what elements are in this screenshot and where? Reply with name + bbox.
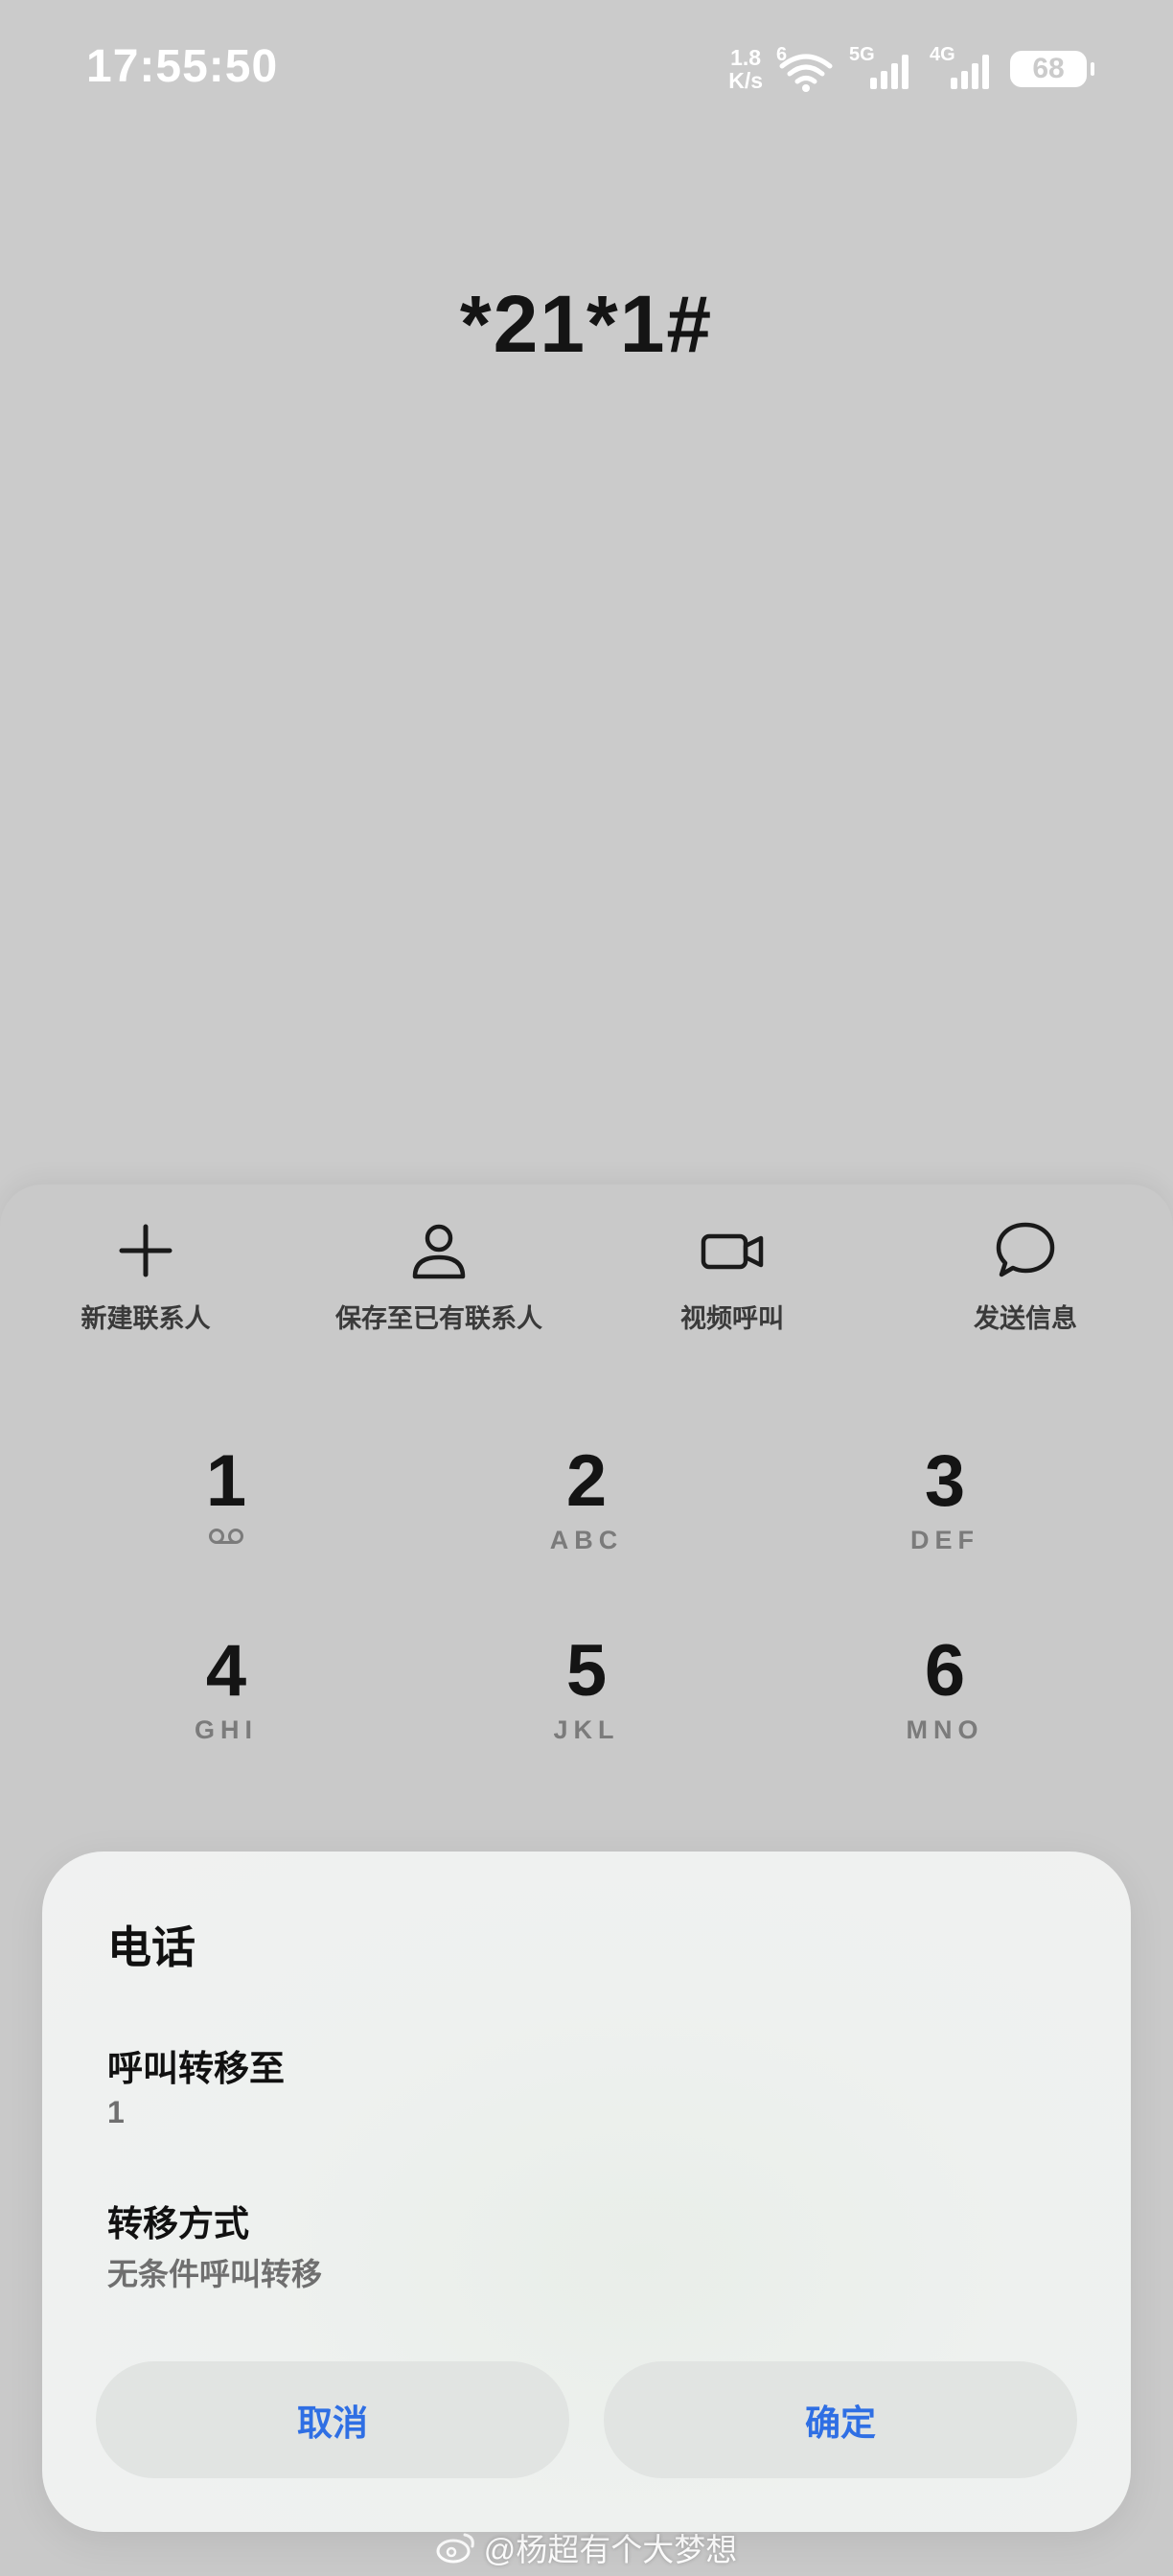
save-to-existing-contact-button[interactable]: 保存至已有联系人 [295, 1219, 583, 1335]
key-letters: GHI [194, 1715, 258, 1744]
key-5[interactable]: 5 JKL [472, 1630, 702, 1745]
key-letters: MNO [906, 1715, 984, 1744]
voicemail-icon [209, 1529, 243, 1544]
network-speed-value: 1.8 [730, 45, 762, 70]
key-digit: 4 [205, 1630, 247, 1712]
wifi-icon [779, 54, 833, 92]
network-speed-unit: K/s [728, 68, 763, 93]
key-digit: 3 [924, 1440, 966, 1522]
person-icon [412, 1224, 466, 1279]
wifi-group: 6 [776, 45, 836, 93]
network-speed: 1.8 K/s [728, 46, 763, 92]
forward-to-label: 呼叫转移至 [107, 2049, 285, 2088]
sim1-signal-group: 5G [849, 45, 916, 93]
call-forwarding-dialog: 电话 呼叫转移至 1 转移方式 无条件呼叫转移 取消 确定 [42, 1852, 1131, 2532]
key-1[interactable]: 1 [111, 1443, 341, 1547]
video-call-button[interactable]: 视频呼叫 [588, 1219, 876, 1335]
signal-4g-icon [951, 55, 989, 89]
video-call-label: 视频呼叫 [680, 1304, 784, 1333]
status-bar: 17:55:50 1.8 K/s 6 5G 4G 68 [0, 0, 1173, 134]
battery-level: 68 [1032, 53, 1065, 84]
forward-mode-value: 无条件呼叫转移 [107, 2257, 323, 2291]
status-icons: 1.8 K/s 6 5G 4G 68 [728, 42, 1094, 96]
key-digit: 6 [924, 1630, 966, 1712]
key-3[interactable]: 3 DEF [830, 1440, 1060, 1555]
key-2[interactable]: 2 ABC [472, 1440, 702, 1555]
key-digit: 5 [565, 1630, 608, 1712]
key-digit: 2 [565, 1440, 608, 1522]
key-4[interactable]: 4 GHI [111, 1630, 341, 1745]
weibo-logo-icon [436, 2533, 474, 2564]
status-time: 17:55:50 [86, 41, 279, 92]
key-letters: ABC [549, 1526, 624, 1554]
cancel-button[interactable]: 取消 [96, 2361, 569, 2478]
forward-mode-label: 转移方式 [107, 2204, 249, 2243]
save-to-existing-contact-label: 保存至已有联系人 [335, 1304, 542, 1333]
new-contact-label: 新建联系人 [80, 1304, 211, 1333]
video-camera-icon [701, 1233, 764, 1270]
new-contact-button[interactable]: 新建联系人 [2, 1219, 289, 1335]
dialog-title: 电话 [107, 1922, 196, 1972]
send-message-button[interactable]: 发送信息 [882, 1219, 1169, 1335]
key-6[interactable]: 6 MNO [830, 1630, 1060, 1745]
dialed-number-display[interactable]: *21*1# [0, 278, 1173, 371]
send-message-label: 发送信息 [974, 1304, 1077, 1333]
key-letters: DEF [910, 1526, 979, 1554]
sim2-signal-group: 4G [930, 45, 997, 93]
forward-to-value: 1 [107, 2095, 125, 2129]
key-digit: 1 [205, 1440, 247, 1522]
chat-bubble-icon [996, 1222, 1055, 1277]
quick-actions-row: 新建联系人 保存至已有联系人 视频呼叫 发送信息 [0, 1219, 1173, 1344]
plus-icon [119, 1224, 172, 1277]
key-letters: JKL [553, 1715, 620, 1744]
confirm-button[interactable]: 确定 [604, 2361, 1077, 2478]
signal-5g-icon [870, 55, 908, 89]
battery-icon: 68 [1010, 51, 1094, 87]
